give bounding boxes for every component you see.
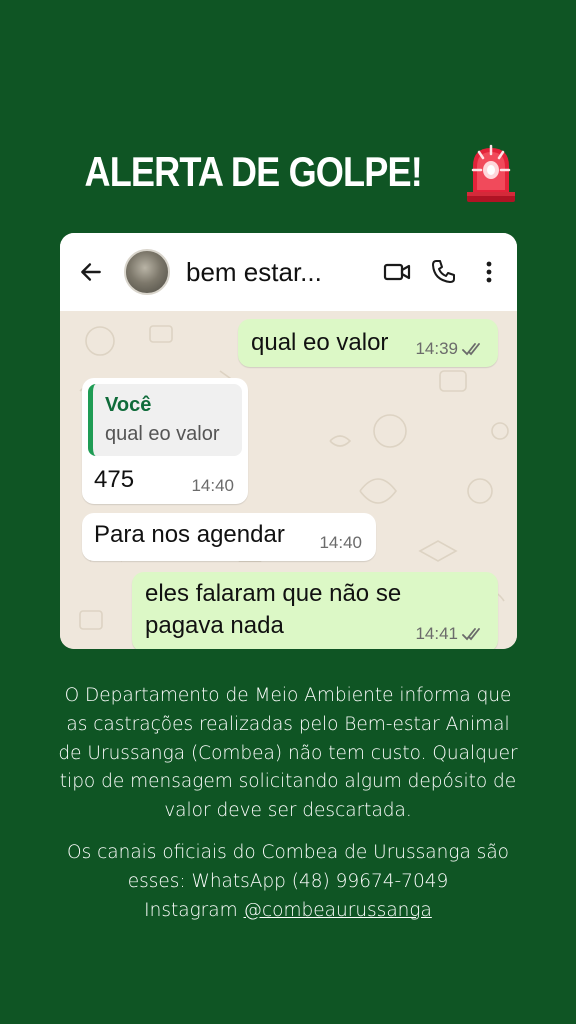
contact-name[interactable]: bem estar... bbox=[186, 257, 365, 288]
message-text: eles falaram que não se pagava nada bbox=[145, 578, 401, 642]
notice-line: tipo de mensagem solicitando algum depós… bbox=[59, 771, 517, 793]
notice-paragraph: O Departamento de Meio Ambiente informa … bbox=[20, 682, 556, 826]
phone-call-icon[interactable] bbox=[429, 258, 457, 286]
instagram-label: Instagram bbox=[144, 899, 244, 921]
instagram-line: Instagram @combeaurussanga bbox=[20, 897, 556, 926]
message-incoming-reply[interactable]: Você qual eo valor 475 14:40 bbox=[82, 378, 248, 504]
message-time: 14:40 bbox=[191, 476, 234, 496]
message-outgoing[interactable]: qual eo valor 14:39 bbox=[238, 319, 498, 367]
read-ticks-icon bbox=[462, 343, 480, 356]
headline: ALERTA DE GOLPE! bbox=[0, 140, 576, 204]
chat-header: bem estar... bbox=[60, 233, 517, 311]
message-outgoing[interactable]: eles falaram que não se pagava nada 14:4… bbox=[132, 572, 498, 649]
message-timestamp: 14:41 bbox=[415, 624, 458, 643]
message-text: qual eo valor bbox=[251, 329, 389, 356]
contact-avatar[interactable] bbox=[124, 249, 170, 295]
siren-icon bbox=[467, 144, 516, 202]
message-incoming[interactable]: Para nos agendar 14:40 bbox=[82, 513, 376, 561]
message-text-line: eles falaram que não se bbox=[145, 580, 402, 607]
instagram-handle-link[interactable]: @combeaurussanga bbox=[244, 900, 432, 921]
chat-screenshot: bem estar... qual eo valor 14:39 Você qu… bbox=[60, 233, 517, 649]
message-timestamp: 14:40 bbox=[319, 533, 362, 552]
message-timestamp: 14:39 bbox=[415, 339, 458, 358]
notice-line: valor deve ser descartada. bbox=[164, 800, 412, 822]
message-time: 14:39 bbox=[415, 339, 484, 359]
notice-line: de Urussanga (Combea) não tem custo. Qua… bbox=[58, 742, 518, 764]
message-time: 14:40 bbox=[319, 533, 362, 553]
official-channels: Os canais oficiais do Combea de Urussang… bbox=[20, 839, 556, 925]
message-timestamp: 14:40 bbox=[191, 476, 234, 495]
notice-line: O Departamento de Meio Ambiente informa … bbox=[64, 685, 512, 706]
chat-area[interactable]: qual eo valor 14:39 Você qual eo valor 4… bbox=[60, 311, 517, 649]
message-time: 14:41 bbox=[415, 624, 484, 644]
read-ticks-icon bbox=[462, 628, 480, 641]
notice-line: as castrações realizadas pelo Bem-estar … bbox=[66, 713, 510, 735]
quote-author: Você bbox=[105, 394, 152, 416]
quoted-message[interactable]: Você qual eo valor bbox=[88, 384, 242, 456]
more-options-icon[interactable] bbox=[475, 258, 503, 286]
back-arrow-icon[interactable] bbox=[78, 259, 104, 285]
video-call-icon[interactable] bbox=[383, 258, 411, 286]
channels-line: Os canais oficiais do Combea de Urussang… bbox=[67, 842, 509, 863]
message-text: Para nos agendar bbox=[94, 521, 285, 548]
quote-text: qual eo valor bbox=[105, 423, 220, 445]
message-text-line: pagava nada bbox=[145, 612, 284, 639]
message-text: 475 bbox=[94, 466, 135, 493]
whatsapp-line: esses: WhatsApp (48) 99674-7049 bbox=[127, 870, 449, 892]
headline-text: ALERTA DE GOLPE! bbox=[84, 148, 422, 195]
